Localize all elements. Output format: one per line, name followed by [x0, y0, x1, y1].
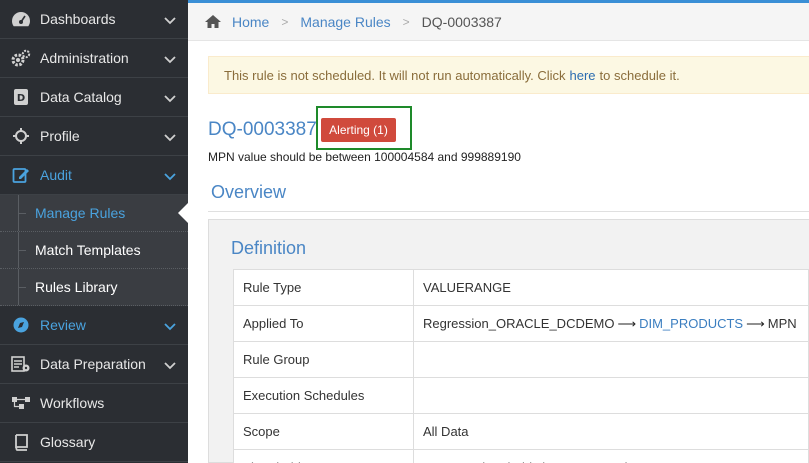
- row-value-execution-schedules: [413, 377, 809, 414]
- sidebar-item-review[interactable]: Review: [0, 306, 188, 345]
- alert-text-suffix: to schedule it.: [599, 67, 680, 83]
- arrow-right-icon: ⟶: [746, 315, 765, 331]
- workflow-icon: [10, 393, 32, 413]
- subitem-label: Match Templates: [35, 242, 141, 258]
- sidebar-item-label: Profile: [40, 128, 80, 144]
- row-value-applied-to: Regression_ORACLE_DCDEMO ⟶ DIM_PRODUCTS ⟶ MP…: [413, 305, 809, 342]
- schedule-alert: This rule is not scheduled. It will not …: [208, 56, 809, 94]
- sidebar-item-glossary[interactable]: Glossary: [0, 423, 188, 462]
- sidebar-subitem-rules-library[interactable]: Rules Library: [0, 269, 188, 306]
- catalog-icon: D: [10, 87, 32, 107]
- breadcrumb: Home > Manage Rules > DQ-0003387: [188, 3, 809, 41]
- sidebar-item-label: Dashboards: [40, 11, 116, 27]
- row-value-rule-group: [413, 341, 809, 378]
- applied-source: Regression_ORACLE_DCDEMO: [423, 315, 615, 331]
- dashboard-icon: [10, 9, 32, 29]
- sidebar-item-label: Data Catalog: [40, 89, 122, 105]
- row-value-thresholds: Constant thresholds between 0 and 0: [413, 449, 809, 463]
- overview-heading[interactable]: Overview: [211, 182, 286, 203]
- alert-text-prefix: This rule is not scheduled. It will not …: [224, 67, 566, 83]
- sidebar-item-label: Audit: [40, 167, 72, 183]
- row-value-scope: All Data: [413, 413, 809, 450]
- gears-icon: [10, 48, 32, 68]
- sidebar-item-label: Glossary: [40, 434, 96, 450]
- sidebar-item-dashboards[interactable]: Dashboards: [0, 0, 188, 39]
- breadcrumb-separator-icon: >: [402, 14, 410, 29]
- table-row: Rule Group: [233, 341, 809, 378]
- table-row: Rule Type VALUERANGE: [233, 269, 809, 306]
- data-prep-icon: [10, 354, 32, 374]
- sidebar: Dashboards Administration D Data Catalog…: [0, 0, 188, 463]
- chevron-down-icon: [164, 169, 176, 184]
- schedule-here-link[interactable]: here: [570, 68, 596, 83]
- book-icon: [10, 432, 32, 452]
- breadcrumb-current: DQ-0003387: [421, 13, 502, 30]
- sidebar-item-audit[interactable]: Audit: [0, 156, 188, 195]
- sidebar-item-data-preparation[interactable]: Data Preparation: [0, 345, 188, 384]
- row-label-execution-schedules: Execution Schedules: [233, 377, 414, 414]
- subitem-label: Manage Rules: [35, 205, 126, 221]
- subitem-label: Rules Library: [35, 279, 118, 295]
- home-icon[interactable]: [204, 14, 222, 29]
- chevron-down-icon: [164, 358, 176, 373]
- rule-description: MPN value should be between 100004584 an…: [208, 150, 521, 164]
- sidebar-item-profile[interactable]: Profile: [0, 117, 188, 156]
- compass-icon: [10, 315, 32, 335]
- alerting-badge[interactable]: Alerting (1): [321, 118, 396, 142]
- sidebar-item-label: Data Preparation: [40, 356, 146, 372]
- sidebar-item-label: Review: [40, 317, 86, 333]
- breadcrumb-home-link[interactable]: Home: [232, 14, 269, 30]
- sidebar-item-label: Administration: [40, 50, 129, 66]
- sidebar-item-label: Workflows: [40, 395, 105, 411]
- row-label-rule-group: Rule Group: [233, 341, 414, 378]
- row-label-rule-type: Rule Type: [233, 269, 414, 306]
- sidebar-subitem-manage-rules[interactable]: Manage Rules: [0, 195, 188, 232]
- edit-icon: [10, 165, 32, 185]
- definition-table: Rule Type VALUERANGE Applied To Regressi…: [233, 269, 809, 463]
- audit-submenu: Manage Rules Match Templates Rules Libra…: [0, 195, 188, 306]
- table-row: Execution Schedules: [233, 377, 809, 414]
- breadcrumb-separator-icon: >: [281, 14, 289, 29]
- chevron-down-icon: [164, 319, 176, 334]
- app: Dashboards Administration D Data Catalog…: [0, 0, 809, 463]
- chevron-down-icon: [164, 52, 176, 67]
- arrow-right-icon: ⟶: [617, 315, 637, 331]
- chevron-down-icon: [164, 130, 176, 145]
- chevron-down-icon: [164, 91, 176, 106]
- row-label-thresholds: Thresholds: [233, 449, 414, 463]
- applied-column: MPN: [767, 315, 797, 331]
- sidebar-item-data-catalog[interactable]: D Data Catalog: [0, 78, 188, 117]
- table-row: Thresholds Constant thresholds between 0…: [233, 449, 809, 463]
- row-label-applied-to: Applied To: [233, 305, 414, 342]
- table-row: Applied To Regression_ORACLE_DCDEMO ⟶ DIM_…: [233, 305, 809, 342]
- definition-heading: Definition: [231, 238, 307, 258]
- row-label-scope: Scope: [233, 413, 414, 450]
- sidebar-item-workflows[interactable]: Workflows: [0, 384, 188, 423]
- svg-text:D: D: [17, 93, 25, 104]
- sidebar-item-administration[interactable]: Administration: [0, 39, 188, 78]
- table-row: Scope All Data: [233, 413, 809, 450]
- divider: [208, 211, 809, 212]
- breadcrumb-manage-rules-link[interactable]: Manage Rules: [300, 14, 390, 30]
- chevron-down-icon: [164, 13, 176, 28]
- applied-table-link[interactable]: DIM_PRODUCTS: [639, 316, 743, 331]
- sidebar-subitem-match-templates[interactable]: Match Templates: [0, 232, 188, 269]
- page-title: DQ-0003387: [208, 119, 317, 140]
- row-value-rule-type: VALUERANGE: [413, 269, 809, 306]
- profile-crosshair-icon: [10, 126, 32, 146]
